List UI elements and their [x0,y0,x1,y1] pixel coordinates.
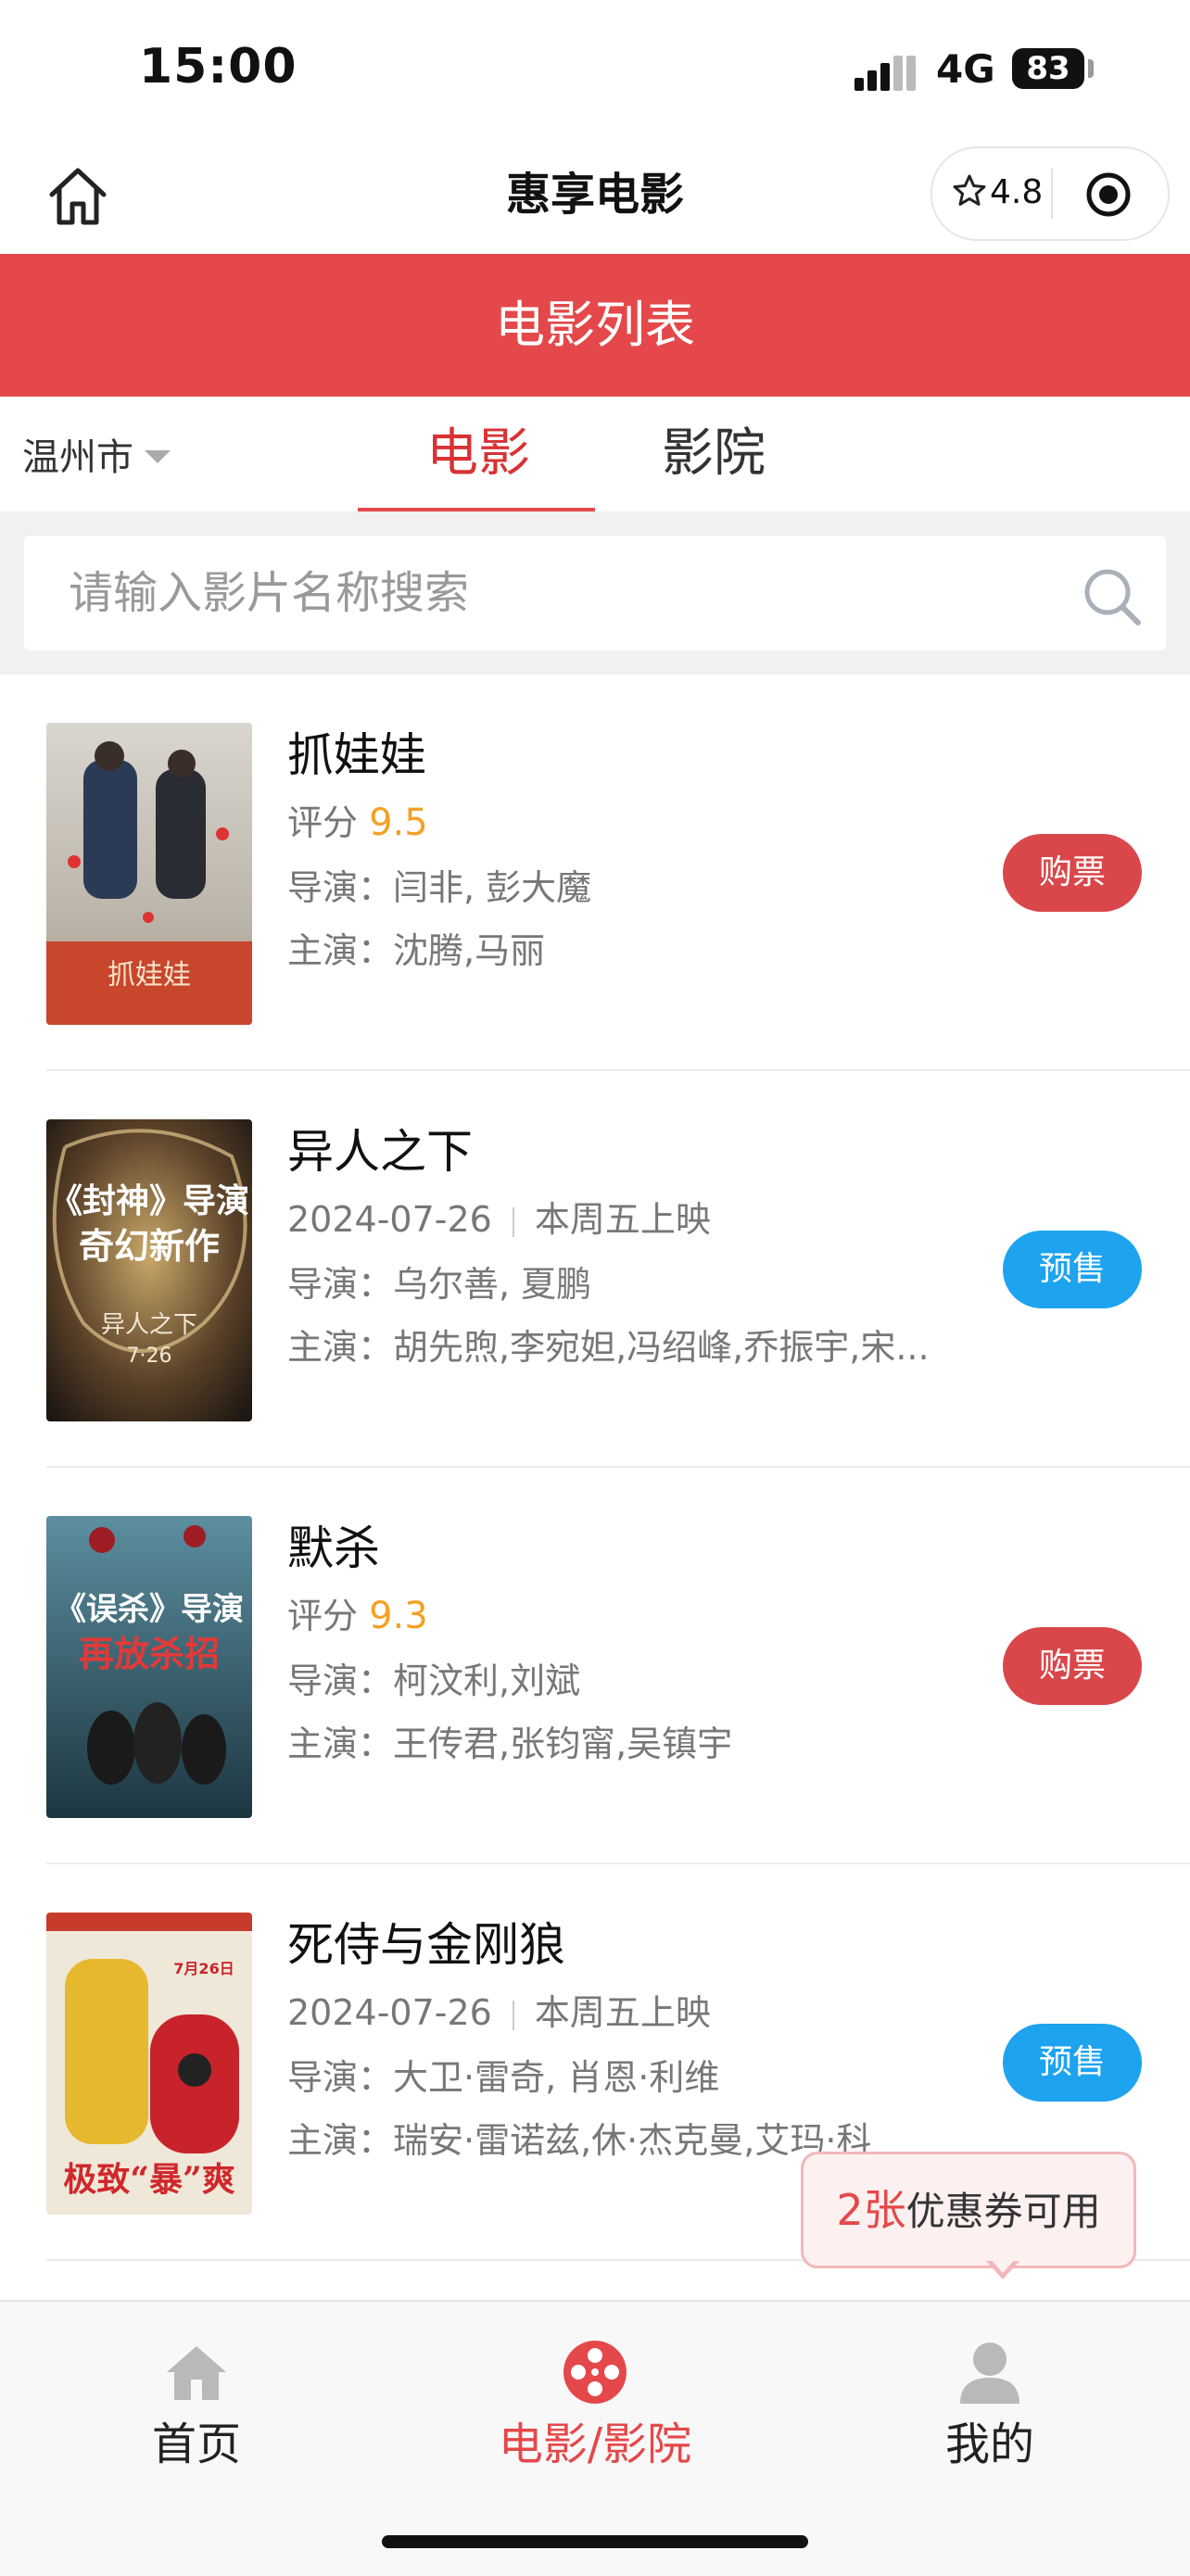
status-bar: 15:00 4G 83 [0,0,1190,139]
movie-cast-row: 主演：胡先煦,李宛妲,冯绍峰,乔振宇,宋... [287,1321,930,1373]
movie-poster[interactable]: 抓娃娃 [46,723,252,1025]
movie-cast-row: 主演：瑞安·雷诺兹,休·杰克曼,艾玛·科 [287,2115,871,2166]
capsule-divider [1051,169,1053,219]
movie-item[interactable]: 《封神》导演 奇幻新作 异人之下 7·26 异人之下 2024-07-26 本周五… [0,1071,1190,1468]
movie-score-row: 评分 9.5 [287,797,428,849]
tabbar-item-profile[interactable]: 我的 [851,2339,1129,2474]
movie-score-row: 评分 9.3 [287,1590,428,1642]
movie-poster[interactable]: 《误杀》导演 再放杀招 [46,1516,252,1818]
cast-value: 王传君,张钧甯,吴镇宇 [393,1724,733,1764]
divider [512,2000,514,2030]
home-icon [167,2346,226,2400]
movie-cast-row: 主演：沈腾,马丽 [287,925,545,977]
poster-date: 7·26 [127,1345,172,1368]
tab-cinemas[interactable]: 影院 [662,417,766,491]
director-label: 导演： [287,1264,394,1305]
movie-item[interactable]: 抓娃娃 抓娃娃 评分 9.5 导演：闫非, 彭大魔 主演：沈腾,马丽 购票 [0,675,1190,1071]
release-date: 2024-07-26 [287,1992,492,2033]
cast-value: 瑞安·雷诺兹,休·杰克曼,艾玛·科 [393,2120,872,2161]
nav-bar: 惠享电影 4.8 [0,139,1190,254]
movie-release-row: 2024-07-26 本周五上映 [287,1987,711,2039]
presale-button[interactable]: 预售 [1003,2024,1142,2102]
rating-value: 4.8 [990,173,1044,211]
battery-nub [1088,59,1094,78]
cast-label: 主演： [287,2120,394,2161]
poster-line2: 奇幻新作 [79,1225,220,1267]
target-icon[interactable] [1084,170,1133,219]
movie-director-row: 导演：大卫·雷奇, 肖恩·利维 [287,2052,719,2103]
filter-tabs-row: 温州市 电影 影院 [0,397,1190,513]
release-note: 本周五上映 [534,1992,711,2033]
tabbar-item-home[interactable]: 首页 [57,2339,335,2474]
poster-caption: 异人之下 [101,1311,197,1339]
tabbar-label: 电影/影院 [498,2418,692,2470]
director-value: 乌尔善, 夏鹏 [393,1264,592,1305]
tabbar-label: 首页 [151,2418,241,2470]
movie-title: 抓娃娃 [287,728,426,782]
director-value: 闫非, 彭大魔 [393,867,592,908]
cast-value: 沈腾,马丽 [393,930,546,971]
movie-director-row: 导演：闫非, 彭大魔 [287,862,591,914]
director-label: 导演： [287,867,394,908]
poster-date: 7月26日 [173,1960,234,1977]
director-label: 导演： [287,1661,394,1701]
coupon-text: 优惠券可用 [905,2189,1101,2234]
director-label: 导演： [287,2057,394,2098]
cast-label: 主演： [287,930,394,971]
coupon-bubble-tail-inner [990,2258,1016,2273]
cast-value: 胡先煦,李宛妲,冯绍峰,乔振宇,宋... [393,1327,930,1368]
battery-icon: 83 [1012,48,1084,89]
movie-release-row: 2024-07-26 本周五上映 [287,1193,711,1245]
tabbar-label: 我的 [944,2418,1034,2470]
tab-movies[interactable]: 电影 [426,417,530,491]
score-value: 9.5 [369,802,428,844]
movie-poster[interactable]: 《封神》导演 奇幻新作 异人之下 7·26 [46,1119,252,1421]
score-label: 评分 [287,802,359,843]
star-icon[interactable] [951,172,988,209]
movie-title: 死侍与金刚狼 [287,1918,565,1972]
city-selector[interactable]: 温州市 [22,430,133,486]
poster-line1: 《封神》导演 [49,1181,249,1220]
score-label: 评分 [287,1596,359,1636]
buy-ticket-button[interactable]: 购票 [1003,1627,1142,1705]
tabbar-item-movies[interactable]: 电影/影院 [456,2339,734,2474]
user-icon [960,2342,1019,2404]
score-value: 9.3 [369,1595,428,1637]
poster-caption: 抓娃娃 [108,959,191,991]
cast-label: 主演： [287,1724,394,1764]
divider [512,1206,514,1237]
director-value: 柯汶利,刘斌 [393,1661,581,1701]
network-type: 4G [936,46,995,92]
poster-line1: 极致“暴”爽 [63,2160,234,2199]
movie-title: 默杀 [287,1522,380,1575]
page-header: 电影列表 [0,254,1190,397]
home-indicator [382,2535,808,2548]
movie-director-row: 导演：柯汶利,刘斌 [287,1655,580,1707]
movie-title: 异人之下 [287,1125,473,1179]
coupon-bubble[interactable]: 2张优惠券可用 [801,2152,1136,2268]
film-reel-icon [563,2341,627,2404]
movie-item[interactable]: 《误杀》导演 再放杀招 默杀 评分 9.3 导演：柯汶利,刘斌 主演：王传君,张… [0,1468,1190,1864]
movie-cast-row: 主演：王传君,张钧甯,吴镇宇 [287,1718,732,1770]
caret-down-icon[interactable] [145,450,171,463]
movie-director-row: 导演：乌尔善, 夏鹏 [287,1258,591,1310]
release-note: 本周五上映 [534,1199,711,1240]
search-input[interactable] [69,563,995,623]
presale-button[interactable]: 预售 [1003,1231,1142,1308]
mini-program-capsule[interactable]: 4.8 [930,146,1170,241]
search-icon[interactable] [1081,565,1144,628]
buy-ticket-button[interactable]: 购票 [1003,834,1142,912]
coupon-count: 2张 [836,2185,906,2235]
movie-poster[interactable]: 7月26日 极致“暴”爽 [46,1913,252,2215]
release-date: 2024-07-26 [287,1199,492,1240]
cast-label: 主演： [287,1327,394,1368]
search-section [0,511,1190,675]
signal-icon [855,56,916,91]
search-box [24,536,1166,650]
director-value: 大卫·雷奇, 肖恩·利维 [393,2057,720,2098]
status-time: 15:00 [139,39,298,95]
poster-line1: 《误杀》导演 [55,1591,244,1628]
poster-line2: 再放杀招 [79,1633,220,1674]
